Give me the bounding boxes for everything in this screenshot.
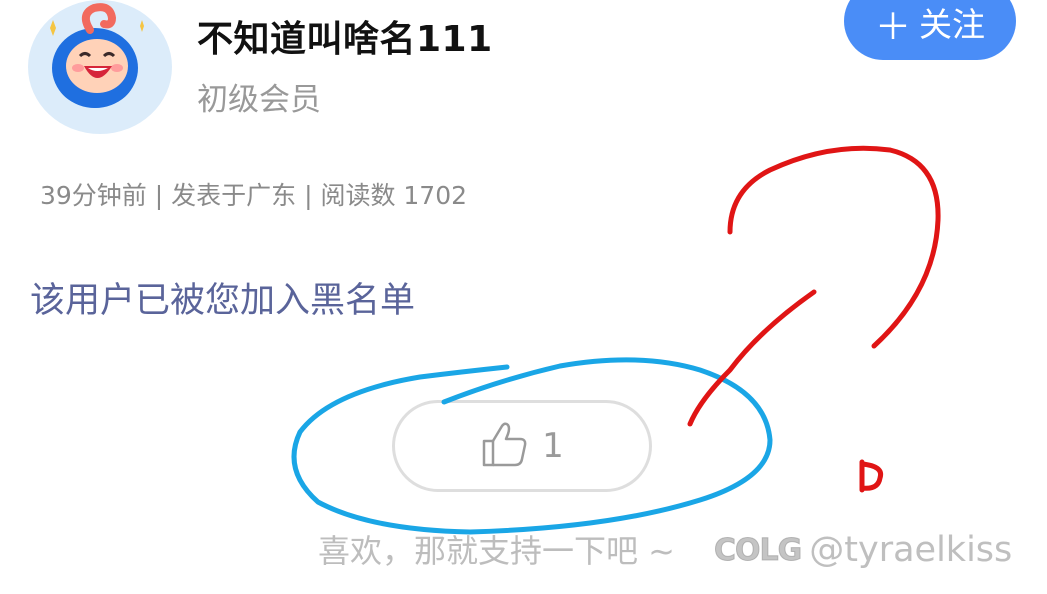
avatar-cartoon-icon bbox=[50, 3, 144, 108]
follow-button[interactable]: ＋ 关注 bbox=[844, 0, 1016, 60]
follow-label: 关注 bbox=[919, 5, 985, 44]
member-level: 初级会员 bbox=[197, 82, 321, 118]
username[interactable]: 不知道叫啥名111 bbox=[197, 10, 493, 62]
red-dot-annotation bbox=[859, 459, 884, 493]
watermark: COLG @tyraelkiss bbox=[713, 530, 1013, 570]
support-prompt: 喜欢，那就支持一下吧 ~ bbox=[318, 532, 675, 570]
colg-logo: COLG bbox=[713, 532, 802, 568]
like-button[interactable]: 1 bbox=[392, 400, 652, 492]
thumbs-up-icon bbox=[480, 421, 530, 471]
blocked-notice: 该用户已被您加入黑名单 bbox=[30, 281, 416, 321]
user-avatar[interactable] bbox=[28, 0, 172, 134]
plus-icon: ＋ bbox=[874, 7, 911, 48]
watermark-handle: @tyraelkiss bbox=[809, 530, 1013, 570]
red-question-mark-annotation bbox=[687, 145, 941, 427]
post-meta: 39分钟前 | 发表于广东 | 阅读数 1702 bbox=[40, 181, 468, 210]
like-count: 1 bbox=[542, 426, 564, 466]
